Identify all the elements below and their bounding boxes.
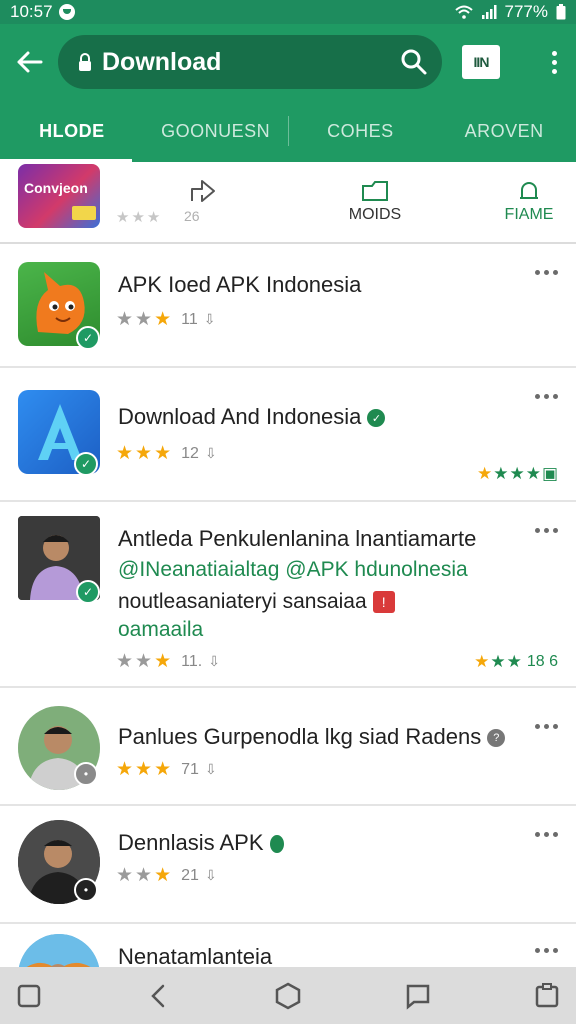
rating: ★ ★ ★ 12 ⇩ <box>116 443 217 464</box>
menu-square-icon <box>535 982 559 1007</box>
extension-button[interactable]: IIN <box>462 45 500 79</box>
tag-icon: ! <box>372 591 395 614</box>
tab-home[interactable]: HLODE <box>0 100 144 162</box>
overflow-menu-icon[interactable] <box>535 528 558 533</box>
chevron-left-icon <box>150 984 164 1007</box>
share-icon <box>191 180 215 202</box>
download-icon: ⇩ <box>203 311 216 327</box>
back-button[interactable] <box>0 24 58 100</box>
arrow-left-icon <box>17 51 43 73</box>
tab-bar: HLODE GOONUESN COHES AROVEN <box>0 100 576 162</box>
wifi-icon <box>454 5 473 19</box>
status-icon: • <box>74 762 98 786</box>
status-bar: 10:57 777% <box>0 0 576 24</box>
featured-banner[interactable]: Convjeon <box>18 164 100 228</box>
featured-action-3[interactable]: FIAME <box>484 176 574 224</box>
banner-sticker <box>72 206 96 220</box>
featured-action-2-label: MOIDS <box>348 206 402 223</box>
search-bar[interactable]: Download <box>58 35 442 89</box>
search-icon[interactable] <box>400 48 428 76</box>
featured-stars: ★★★ <box>116 209 163 226</box>
overflow-menu-icon[interactable] <box>535 832 558 837</box>
lock-icon <box>79 53 91 71</box>
secondary-rating-value: 18 6 <box>526 653 558 670</box>
nav-back-button[interactable] <box>144 981 174 1011</box>
overflow-menu-icon[interactable] <box>535 270 558 275</box>
rating: ★ ★ ★ 71 ⇩ <box>116 759 217 780</box>
rating-count: 11. <box>181 652 203 670</box>
bell-icon <box>520 182 538 199</box>
featured-strip: Convjeon ★★★ 26 MOIDS FIAME <box>0 162 576 244</box>
verified-icon: ✓ <box>76 580 100 604</box>
rating: ★ ★ ★ 11. ⇩ <box>116 651 220 672</box>
system-nav-bar <box>0 967 576 1024</box>
app-title: Dennlasis APK <box>118 830 284 856</box>
verified-icon: ✓ <box>76 326 100 350</box>
overflow-menu-icon[interactable] <box>535 394 558 399</box>
app-title: Panlues Gurpenodla lkg siad Radens? <box>118 724 506 750</box>
overview-button[interactable] <box>403 981 433 1011</box>
featured-count: 26 <box>184 208 200 224</box>
rating-count: 11 <box>181 310 198 328</box>
rating-count: 21 <box>181 866 199 884</box>
download-icon: ⇩ <box>204 445 217 461</box>
tab-4[interactable]: AROVEN <box>432 100 576 162</box>
app-description: noutleasaniateryi sansaiaa! <box>118 590 395 614</box>
app-bar: Download IIN <box>0 24 576 100</box>
list-item[interactable]: ✓ Antleda Penkulenlanina lnantiamarte @I… <box>0 504 576 688</box>
app-title: Download And Indonesia ✓ <box>118 404 386 430</box>
notification-icon <box>58 4 75 20</box>
home-hexagon-icon <box>275 982 301 1009</box>
square-icon <box>17 984 41 1007</box>
app-title: APK Ioed APK Indonesia <box>118 272 362 297</box>
list-item[interactable]: • Panlues Gurpenodla lkg siad Radens? ★ ★… <box>0 690 576 806</box>
home-button[interactable] <box>273 981 303 1011</box>
rating: ★ ★ ★ 21 ⇩ <box>116 865 217 886</box>
stack-icon <box>406 984 429 1010</box>
download-icon: ⇩ <box>204 761 217 777</box>
app-title: Antleda Penkulenlanina lnantiamarte <box>118 526 477 551</box>
shield-icon: ✓ <box>367 409 386 428</box>
status-icon: • <box>74 878 98 902</box>
search-query: Download <box>102 47 222 76</box>
menu-button[interactable] <box>532 981 562 1011</box>
secondary-rating: ★ ★ ★ 18 6 <box>474 652 558 671</box>
recents-button[interactable] <box>14 981 44 1011</box>
verified-icon: ✓ <box>74 452 98 476</box>
rating-count: 71 <box>181 760 199 778</box>
screen: 10:57 777% Download IIN HLODE GOONUESN C… <box>0 0 576 1024</box>
info-icon: ? <box>487 729 506 748</box>
list-item[interactable]: • Dennlasis APK ★ ★ ★ 21 ⇩ <box>0 808 576 924</box>
featured-action-2[interactable]: MOIDS <box>330 176 420 224</box>
featured-action-1[interactable] <box>160 176 250 206</box>
rating-count: 12 <box>181 444 199 462</box>
secondary-rating: ★ ★ ★ ★ ▣ <box>476 464 558 483</box>
signal-icon <box>481 5 497 19</box>
banner-text: Convjeon <box>24 180 88 196</box>
folder-icon <box>362 181 388 201</box>
overflow-menu-icon[interactable] <box>535 948 558 953</box>
featured-action-3-label: FIAME <box>504 206 554 223</box>
battery-level: 777% <box>504 2 548 21</box>
shield-icon <box>269 835 284 854</box>
battery-icon <box>556 4 566 20</box>
app-subtitle: @INeanatiaialtag @APK hdunolnesia <box>118 558 468 581</box>
overflow-menu-icon[interactable] <box>535 724 558 729</box>
list-item[interactable]: ✓ APK Ioed APK Indonesia ★ ★ ★ 11 ⇩ <box>0 246 576 368</box>
more-options-icon[interactable] <box>532 50 576 74</box>
status-time: 10:57 <box>10 2 53 21</box>
download-icon: ⇩ <box>204 867 217 883</box>
tab-3[interactable]: COHES <box>289 100 433 162</box>
rating: ★ ★ ★ 11 ⇩ <box>116 309 216 330</box>
app-description-2: oamaaila <box>118 618 204 641</box>
tab-2[interactable]: GOONUESN <box>144 100 288 162</box>
download-icon: ⇩ <box>208 653 220 669</box>
list-item[interactable]: ✓ Download And Indonesia ✓ ★ ★ ★ 12 ⇩ ★ ★ ★ ★ ▣ <box>0 370 576 502</box>
